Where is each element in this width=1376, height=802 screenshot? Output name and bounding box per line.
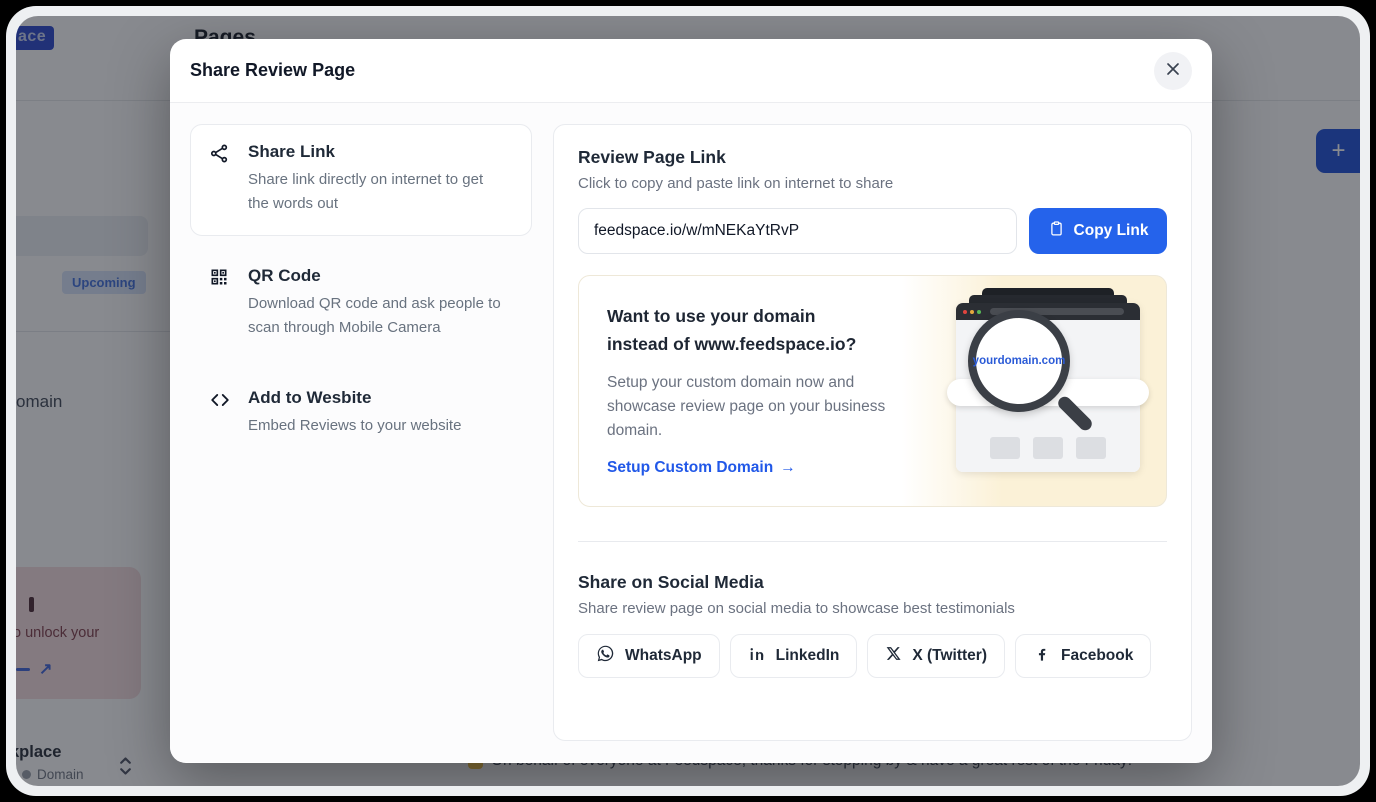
share-review-modal: Share Review Page Share Link Share link … — [170, 39, 1212, 763]
x-twitter-share-button[interactable]: X (Twitter) — [867, 634, 1005, 678]
app-window: ace Pages Upcoming omain o unlock your ↗… — [16, 16, 1360, 786]
facebook-share-button[interactable]: Facebook — [1015, 634, 1151, 678]
domain-illustration: yourdomain.com — [956, 288, 1140, 478]
nav-item-desc: Download QR code and ask people to scan … — [248, 292, 504, 340]
qr-code-icon — [209, 266, 233, 340]
share-nodes-icon — [209, 142, 233, 216]
browser-titlebar — [956, 303, 1140, 320]
your-domain-label: yourdomain.com — [973, 355, 1066, 367]
social-section-heading: Share on Social Media — [578, 572, 1167, 593]
social-buttons-row: WhatsApp LinkedIn X (Twitter) — [578, 634, 1167, 678]
traffic-light-icons — [963, 310, 981, 314]
setup-custom-domain-link[interactable]: Setup Custom Domain → — [607, 459, 796, 477]
review-link-input[interactable] — [578, 208, 1017, 254]
x-twitter-icon — [885, 645, 902, 667]
nav-item-qr-code[interactable]: QR Code Download QR code and ask people … — [190, 266, 532, 340]
link-section-sub: Click to copy and paste link on internet… — [578, 175, 1167, 192]
close-icon — [1165, 61, 1181, 80]
linkedin-icon — [748, 645, 766, 668]
social-section-sub: Share review page on social media to sho… — [578, 600, 1167, 617]
section-divider — [578, 541, 1167, 542]
clipboard-icon — [1048, 220, 1065, 242]
whatsapp-share-button[interactable]: WhatsApp — [578, 634, 720, 678]
arrow-right-icon: → — [780, 459, 796, 477]
linkedin-share-button[interactable]: LinkedIn — [730, 634, 858, 678]
share-link-panel: Review Page Link Click to copy and paste… — [553, 124, 1192, 741]
code-icon — [209, 388, 233, 438]
domain-promo-desc: Setup your custom domain now and showcas… — [607, 371, 917, 443]
link-row: Copy Link — [578, 208, 1167, 254]
whatsapp-icon — [596, 644, 615, 668]
magnifier-icon: yourdomain.com — [968, 310, 1070, 412]
facebook-icon — [1033, 645, 1051, 668]
close-button[interactable] — [1154, 52, 1192, 90]
link-section-heading: Review Page Link — [578, 147, 1167, 168]
nav-item-add-to-website[interactable]: Add to Wesbite Embed Reviews to your web… — [190, 388, 532, 438]
nav-item-title: Add to Wesbite — [248, 388, 461, 408]
nav-item-share-link[interactable]: Share Link Share link directly on intern… — [190, 124, 532, 236]
custom-domain-promo-card: Want to use your domain instead of www.f… — [578, 275, 1167, 507]
copy-link-label: Copy Link — [1074, 222, 1149, 240]
content-placeholder-blocks — [956, 437, 1140, 459]
modal-title: Share Review Page — [190, 60, 355, 81]
modal-body: Share Link Share link directly on intern… — [170, 103, 1212, 762]
nav-item-desc: Embed Reviews to your website — [248, 414, 461, 438]
copy-link-button[interactable]: Copy Link — [1029, 208, 1167, 254]
share-options-nav: Share Link Share link directly on intern… — [190, 124, 532, 741]
nav-item-desc: Share link directly on internet to get t… — [248, 168, 504, 216]
nav-item-title: QR Code — [248, 266, 504, 286]
nav-item-title: Share Link — [248, 142, 504, 162]
modal-header: Share Review Page — [170, 39, 1212, 103]
